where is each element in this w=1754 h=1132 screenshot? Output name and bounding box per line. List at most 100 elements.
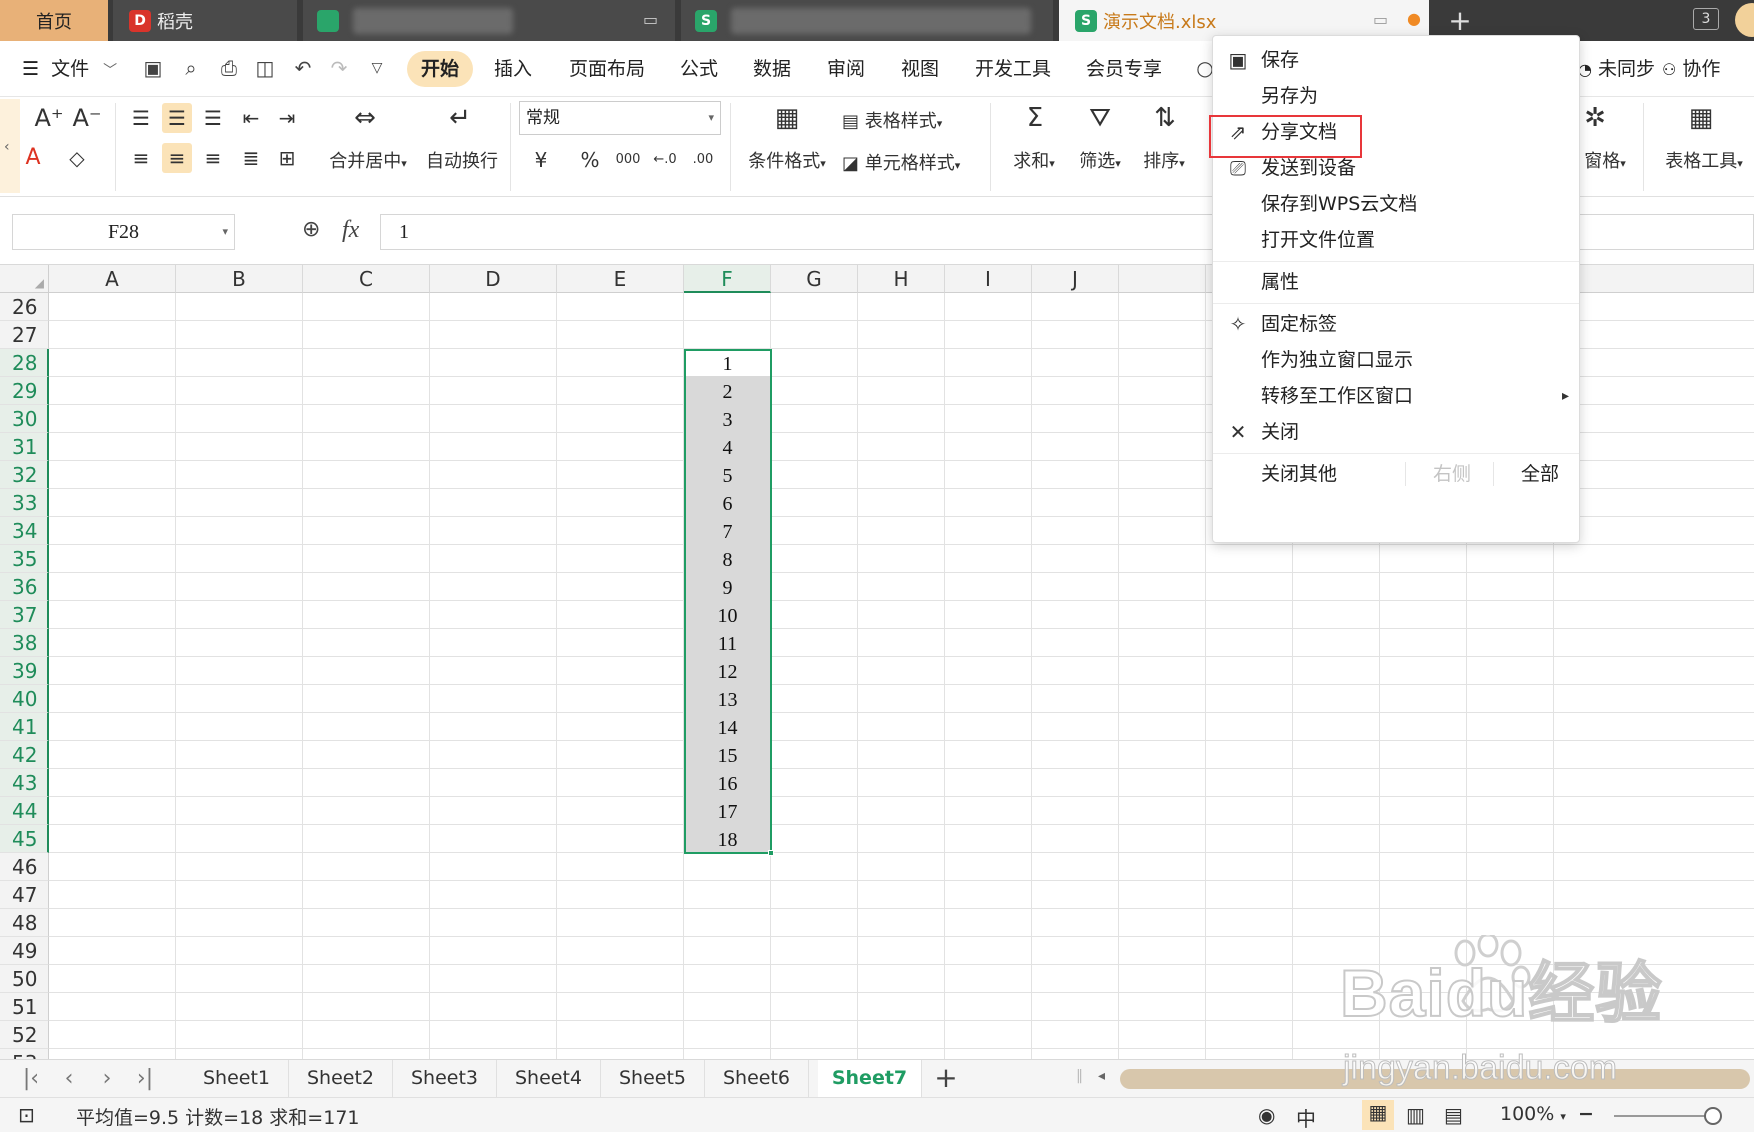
menu-review[interactable]: 审阅 bbox=[827, 51, 865, 87]
align-bottom-icon[interactable]: ☰ bbox=[198, 103, 228, 133]
percent-icon[interactable]: % bbox=[575, 145, 605, 175]
print-icon[interactable]: ⎙ bbox=[216, 55, 242, 81]
freeze-panes-icon[interactable]: ✲ bbox=[1578, 101, 1612, 135]
cell-f35[interactable]: 8 bbox=[684, 545, 771, 573]
sum-button[interactable]: 求和▾ bbox=[1004, 147, 1064, 173]
macro-icon[interactable]: ⊡ bbox=[18, 1103, 35, 1127]
decrease-decimal-icon[interactable]: .00 bbox=[688, 145, 718, 175]
table-style-button[interactable]: ▤ 表格样式▾ bbox=[842, 107, 962, 133]
column-header-h[interactable]: H bbox=[858, 265, 945, 293]
sheet-tab-sheet7[interactable]: Sheet7 bbox=[818, 1060, 922, 1097]
row-header-39[interactable]: 39 bbox=[0, 657, 49, 685]
row-header-45[interactable]: 45 bbox=[0, 825, 49, 853]
align-top-icon[interactable]: ☰ bbox=[126, 103, 156, 133]
menu-view[interactable]: 视图 bbox=[901, 51, 939, 87]
row-header-40[interactable]: 40 bbox=[0, 685, 49, 713]
thousands-separator-icon[interactable]: 000 bbox=[613, 145, 643, 175]
menu-member[interactable]: 会员专享 bbox=[1086, 51, 1162, 87]
fx-icon[interactable]: fx bbox=[342, 217, 359, 244]
print-preview-icon[interactable]: ◫ bbox=[252, 55, 278, 81]
cell-f29[interactable]: 2 bbox=[684, 377, 771, 405]
row-header-52[interactable]: 52 bbox=[0, 1021, 49, 1049]
cell-f30[interactable]: 3 bbox=[684, 405, 771, 433]
menu-item-save[interactable]: ▣ 保存 bbox=[1213, 42, 1579, 78]
file-menu[interactable]: ☰ 文件 ﹀ bbox=[22, 51, 117, 87]
font-color-icon[interactable]: A bbox=[18, 143, 48, 173]
wrap-text-button[interactable]: 自动换行 bbox=[422, 147, 502, 173]
menu-item-move-workspace[interactable]: 转移至工作区窗口 ▸ bbox=[1213, 378, 1579, 414]
first-sheet-icon[interactable]: |‹ bbox=[16, 1064, 46, 1094]
row-header-37[interactable]: 37 bbox=[0, 601, 49, 629]
redo-icon[interactable]: ↷ bbox=[326, 55, 352, 81]
menu-insert[interactable]: 插入 bbox=[494, 51, 532, 87]
row-header-35[interactable]: 35 bbox=[0, 545, 49, 573]
sheet-tab-sheet4[interactable]: Sheet4 bbox=[497, 1060, 601, 1097]
cell-f33[interactable]: 6 bbox=[684, 489, 771, 517]
menu-item-save-as[interactable]: 另存为 bbox=[1213, 78, 1579, 114]
cell-f28[interactable]: 1 bbox=[684, 349, 771, 377]
splitter-icon[interactable]: ‖ bbox=[1076, 1068, 1083, 1084]
align-middle-icon[interactable]: ☰ bbox=[162, 103, 192, 133]
filter-button[interactable]: 筛选▾ bbox=[1070, 147, 1130, 173]
cell-f37[interactable]: 10 bbox=[684, 601, 771, 629]
menu-item-close[interactable]: ✕ 关闭 bbox=[1213, 414, 1579, 450]
align-center-icon[interactable]: ≡ bbox=[162, 143, 192, 173]
row-header-47[interactable]: 47 bbox=[0, 881, 49, 909]
filter-icon[interactable]: ⛛ bbox=[1083, 101, 1117, 135]
cell-f31[interactable]: 4 bbox=[684, 433, 771, 461]
row-header-38[interactable]: 38 bbox=[0, 629, 49, 657]
menu-data[interactable]: 数据 bbox=[753, 51, 791, 87]
tab-daoke[interactable]: D 稻壳 bbox=[113, 0, 297, 41]
row-header-31[interactable]: 31 bbox=[0, 433, 49, 461]
column-header-a[interactable]: A bbox=[49, 265, 176, 293]
row-header-53[interactable]: 53 bbox=[0, 1049, 49, 1059]
increase-decimal-icon[interactable]: ←.0 bbox=[650, 145, 680, 175]
sheet-tab-sheet6[interactable]: Sheet6 bbox=[705, 1060, 809, 1097]
zoom-slider-track[interactable] bbox=[1614, 1115, 1714, 1117]
sort-button[interactable]: 排序▾ bbox=[1134, 147, 1194, 173]
distributed-align-icon[interactable]: ⊞ bbox=[272, 143, 302, 173]
normal-view-icon[interactable]: ▦ bbox=[1362, 1100, 1394, 1130]
sum-icon[interactable]: Σ bbox=[1018, 101, 1052, 135]
scroll-left-icon[interactable]: ◂ bbox=[1098, 1068, 1105, 1084]
table-tools-button[interactable]: 表格工具▾ bbox=[1656, 147, 1752, 173]
add-sheet-button[interactable]: + bbox=[929, 1062, 963, 1096]
row-header-42[interactable]: 42 bbox=[0, 741, 49, 769]
prev-sheet-icon[interactable]: ‹ bbox=[54, 1064, 84, 1094]
row-header-33[interactable]: 33 bbox=[0, 489, 49, 517]
menu-item-separate-window[interactable]: 作为独立窗口显示 bbox=[1213, 342, 1579, 378]
row-header-44[interactable]: 44 bbox=[0, 797, 49, 825]
indent-icon[interactable]: ⇥ bbox=[272, 103, 302, 133]
tab-home[interactable]: 首页 bbox=[0, 0, 108, 41]
menu-item-save-cloud[interactable]: 保存到WPS云文档 bbox=[1213, 186, 1579, 222]
cell-f41[interactable]: 14 bbox=[684, 713, 771, 741]
tab-count-button[interactable]: 3 bbox=[1693, 8, 1719, 30]
column-header-c[interactable]: C bbox=[303, 265, 430, 293]
customize-dropdown-icon[interactable]: ▽ bbox=[364, 55, 390, 81]
sheet-tab-sheet1[interactable]: Sheet1 bbox=[185, 1060, 289, 1097]
column-header-j[interactable]: J bbox=[1032, 265, 1119, 293]
sheet-tab-sheet2[interactable]: Sheet2 bbox=[289, 1060, 393, 1097]
format-painter-icon[interactable]: ⌕ bbox=[178, 55, 204, 81]
cell-f36[interactable]: 9 bbox=[684, 573, 771, 601]
clear-format-icon[interactable]: ◇ bbox=[62, 143, 92, 173]
menu-page-layout[interactable]: 页面布局 bbox=[569, 51, 645, 87]
menu-item-close-all[interactable]: 全部 bbox=[1521, 456, 1559, 492]
row-header-26[interactable]: 26 bbox=[0, 293, 49, 321]
cell-f40[interactable]: 13 bbox=[684, 685, 771, 713]
cell-f34[interactable]: 7 bbox=[684, 517, 771, 545]
sheet-tab-sheet5[interactable]: Sheet5 bbox=[601, 1060, 705, 1097]
table-tools-icon[interactable]: ▦ bbox=[1684, 101, 1718, 135]
menu-item-pin[interactable]: ✧ 固定标签 bbox=[1213, 306, 1579, 342]
page-break-view-icon[interactable]: ▥ bbox=[1406, 1103, 1425, 1127]
zoom-level[interactable]: 100% ▾ bbox=[1500, 1103, 1566, 1125]
zoom-lookup-icon[interactable]: ⊕ bbox=[302, 217, 320, 242]
freeze-panes-button[interactable]: 窗格▾ bbox=[1580, 147, 1630, 173]
currency-icon[interactable]: ¥ bbox=[526, 145, 556, 175]
align-right-icon[interactable]: ≡ bbox=[198, 143, 228, 173]
menu-developer[interactable]: 开发工具 bbox=[975, 51, 1051, 87]
collab-button[interactable]: ⚇ 协作 bbox=[1662, 51, 1720, 87]
justify-icon[interactable]: ≣ bbox=[236, 143, 266, 173]
sort-icon[interactable]: ⇅ bbox=[1148, 101, 1182, 135]
conditional-format-icon[interactable]: ▦ bbox=[770, 101, 804, 135]
